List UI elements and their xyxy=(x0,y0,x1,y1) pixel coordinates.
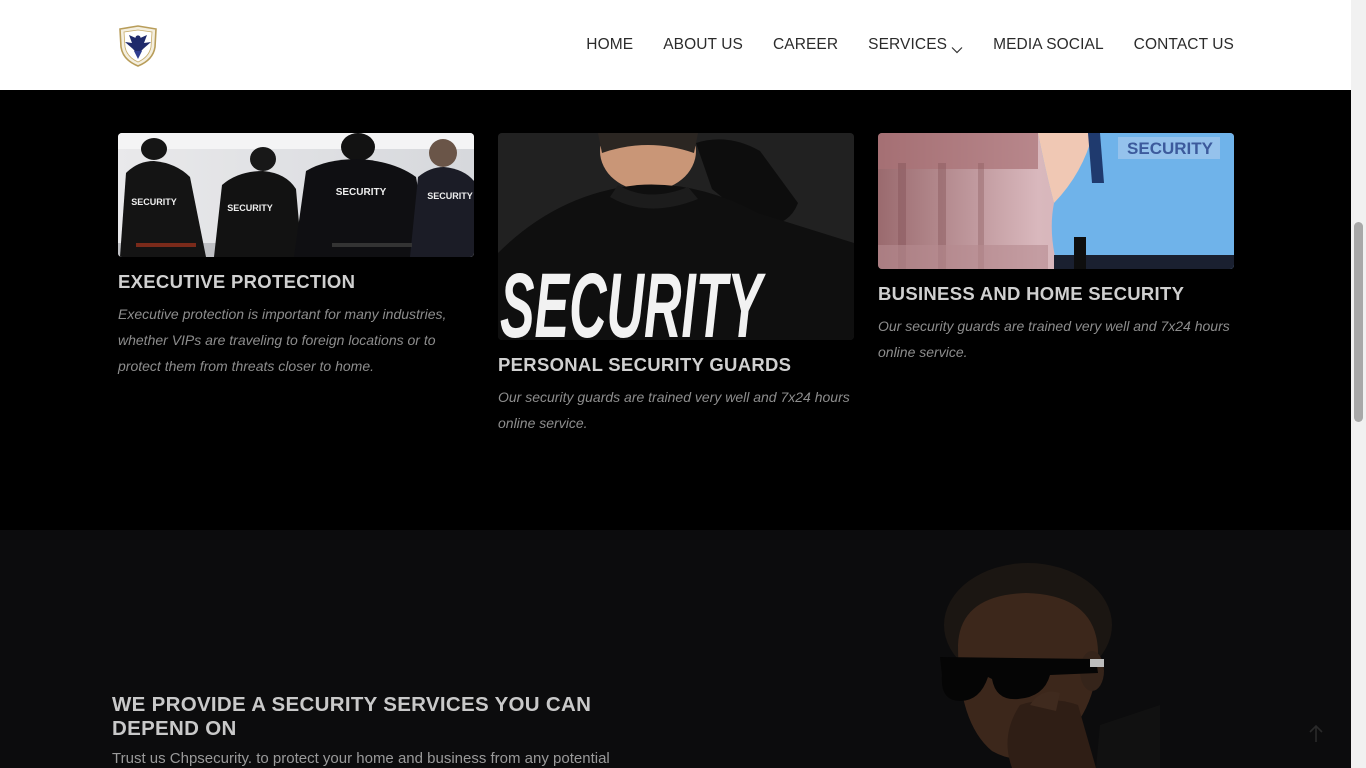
shirt-security-patch-text: SECURITY xyxy=(1127,139,1214,158)
executive-protection-image: SECURITY SECURITY SECURITY SECURITY xyxy=(118,133,474,257)
personal-security-guards-image: SECURITY xyxy=(498,133,854,340)
business-home-security-description: Our security guards are trained very wel… xyxy=(878,318,1230,360)
service-card-business-home-security: SECURITY BUSINESS AND HOME SECURITY Our … xyxy=(878,133,1234,365)
back-to-top-arrow-up-icon[interactable] xyxy=(1302,720,1330,748)
nav-media-social[interactable]: MEDIA SOCIAL xyxy=(993,36,1104,54)
nav-services-label: SERVICES xyxy=(868,36,948,53)
business-home-security-title[interactable]: BUSINESS AND HOME SECURITY xyxy=(878,283,1234,305)
jacket-security-text-2: SECURITY xyxy=(227,203,273,213)
jacket-security-text-1: SECURITY xyxy=(131,197,177,207)
services-section: SECURITY SECURITY SECURITY SECURITY EXEC… xyxy=(0,90,1351,530)
service-card-personal-security-guards: SECURITY PERSONAL SECURITY GUARDS Our se… xyxy=(498,133,854,436)
personal-security-guards-title[interactable]: PERSONAL SECURITY GUARDS xyxy=(498,354,854,376)
provide-heading: WE PROVIDE A SECURITY SERVICES YOU CAN D… xyxy=(112,693,592,740)
nav-career-label: CAREER xyxy=(772,36,839,53)
chevron-down-icon xyxy=(951,41,963,54)
nav-media-social-label: MEDIA SOCIAL xyxy=(993,36,1104,53)
nav-about-us[interactable]: ABOUT US xyxy=(663,36,743,54)
nav-career[interactable]: CAREER xyxy=(773,36,838,54)
jacket-security-text-4: SECURITY xyxy=(427,191,473,201)
page-scrollbar[interactable] xyxy=(1351,0,1366,768)
provide-text: Trust us Chpsecurity. to protect your ho… xyxy=(112,750,610,767)
nav-home[interactable]: HOME xyxy=(586,36,633,54)
business-home-security-image: SECURITY xyxy=(878,133,1234,269)
page-scrollbar-thumb[interactable] xyxy=(1354,222,1363,422)
guard-sunglasses-image xyxy=(900,555,1160,768)
nav-contact-us-label: CONTACT US xyxy=(1133,36,1234,53)
site-header: HOME ABOUT US CAREER SERVICES MEDIA SOCI… xyxy=(0,0,1351,90)
executive-protection-title[interactable]: EXECUTIVE PROTECTION xyxy=(118,271,474,293)
provide-section: WE PROVIDE A SECURITY SERVICES YOU CAN D… xyxy=(0,530,1351,768)
logo-shield-icon[interactable] xyxy=(115,25,161,67)
nav-about-us-label: ABOUT US xyxy=(663,36,743,53)
nav-services[interactable]: SERVICES xyxy=(868,36,963,54)
personal-security-guards-description: Our security guards are trained very wel… xyxy=(498,389,850,431)
jacket-security-text-3: SECURITY xyxy=(336,187,387,198)
jacket-security-text: SECURITY xyxy=(500,255,766,340)
nav-home-label: HOME xyxy=(586,36,634,53)
executive-protection-description: Executive protection is important for ma… xyxy=(118,306,447,374)
nav-contact-us[interactable]: CONTACT US xyxy=(1134,36,1234,54)
main-nav: HOME ABOUT US CAREER SERVICES MEDIA SOCI… xyxy=(586,0,1234,90)
service-card-executive-protection: SECURITY SECURITY SECURITY SECURITY EXEC… xyxy=(118,133,474,379)
